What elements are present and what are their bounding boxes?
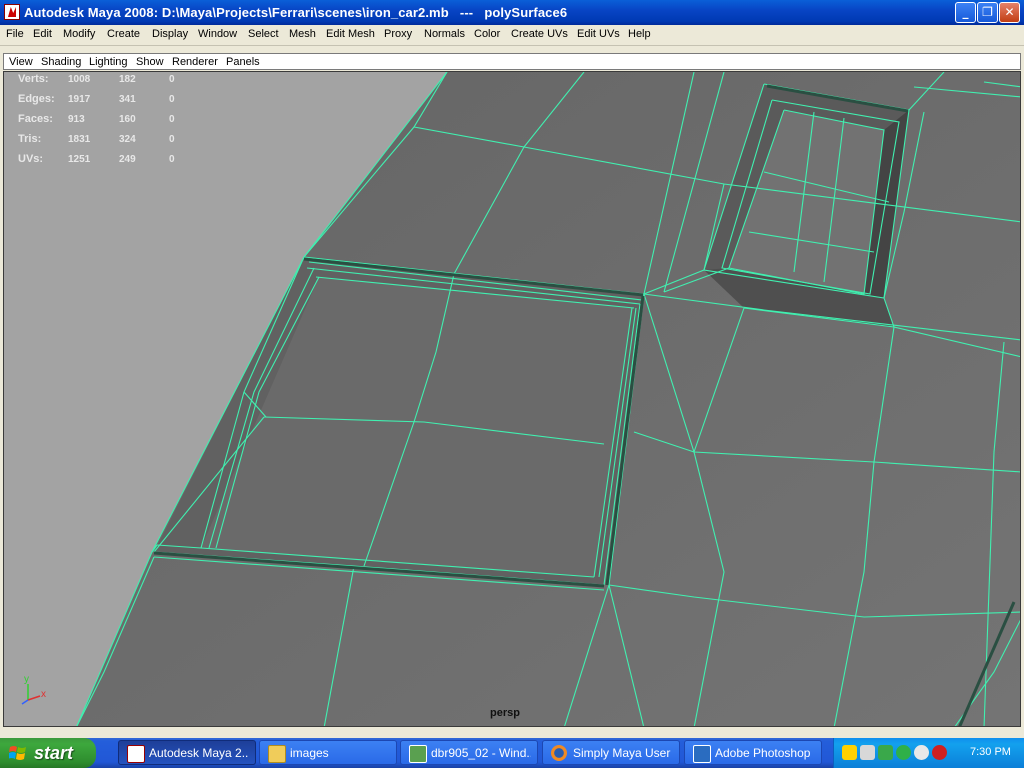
maya-icon <box>127 745 145 763</box>
menu-edit[interactable]: Edit <box>33 28 52 40</box>
axis-gizmo-icon: y x <box>21 674 46 705</box>
start-label: start <box>34 743 74 763</box>
panel-menu-bar: View Shading Lighting Show Renderer Pane… <box>3 53 1021 70</box>
window-title: Autodesk Maya 2008: D:\Maya\Projects\Fer… <box>24 5 568 20</box>
taskbar: start Autodesk Maya 2... images dbr905_0… <box>0 738 1024 768</box>
axis-x-label: x <box>41 689 46 700</box>
task-label: dbr905_02 - Wind... <box>431 746 531 760</box>
minimize-button[interactable]: _ <box>955 2 976 23</box>
title-bar[interactable]: Autodesk Maya 2008: D:\Maya\Projects\Fer… <box>0 0 1024 25</box>
menu-create[interactable]: Create <box>107 28 140 40</box>
photoshop-icon <box>693 745 711 763</box>
menu-help[interactable]: Help <box>628 28 651 40</box>
maya-app-icon[interactable] <box>4 4 20 20</box>
panel-menu-shading[interactable]: Shading <box>41 56 81 68</box>
start-button[interactable]: start <box>0 738 96 768</box>
folder-icon <box>268 745 286 763</box>
axis-y-label: y <box>24 674 29 685</box>
network-icon[interactable] <box>860 745 875 760</box>
hud-tris-total: 1831 <box>68 134 91 145</box>
hud-edges-label: Edges: <box>18 93 55 105</box>
hud-faces-selected: 160 <box>119 114 136 125</box>
menu-proxy[interactable]: Proxy <box>384 28 412 40</box>
menu-mesh[interactable]: Mesh <box>289 28 316 40</box>
firefox-icon <box>551 745 567 761</box>
main-menu-bar: File Edit Modify Create Display Window S… <box>0 25 1024 46</box>
menu-edit-mesh[interactable]: Edit Mesh <box>326 28 375 40</box>
shield-icon[interactable] <box>842 745 857 760</box>
close-button[interactable]: ✕ <box>999 2 1020 23</box>
task-maya[interactable]: Autodesk Maya 2... <box>118 740 256 765</box>
system-tray: 7:30 PM <box>833 738 1024 768</box>
hud-verts-label: Verts: <box>18 73 49 85</box>
menu-display[interactable]: Display <box>152 28 188 40</box>
menu-create-uvs[interactable]: Create UVs <box>511 28 568 40</box>
task-photoshop[interactable]: Adobe Photoshop <box>684 740 822 765</box>
task-images[interactable]: images <box>259 740 397 765</box>
hud-uvs-selected: 249 <box>119 154 136 165</box>
security-alert-icon[interactable] <box>932 745 947 760</box>
hud-edges-tri: 0 <box>169 94 175 105</box>
mesh-scene[interactable] <box>4 72 1021 727</box>
hud-verts-tri: 0 <box>169 74 175 85</box>
menu-window[interactable]: Window <box>198 28 237 40</box>
hud-edges-total: 1917 <box>68 94 91 105</box>
hud-uvs-label: UVs: <box>18 153 44 165</box>
picture-viewer-icon <box>409 745 427 763</box>
task-label: Simply Maya User ... <box>573 746 673 760</box>
messenger-icon[interactable] <box>914 745 929 760</box>
task-label: Adobe Photoshop <box>715 746 811 760</box>
sync-icon[interactable] <box>896 745 911 760</box>
panel-menu-show[interactable]: Show <box>136 56 164 68</box>
task-picture-viewer[interactable]: dbr905_02 - Wind... <box>400 740 538 765</box>
menu-modify[interactable]: Modify <box>63 28 95 40</box>
hud-uvs-total: 1251 <box>68 154 91 165</box>
menu-color[interactable]: Color <box>474 28 500 40</box>
panel-menu-panels[interactable]: Panels <box>226 56 260 68</box>
menu-file[interactable]: File <box>6 28 24 40</box>
hud-tris-label: Tris: <box>18 133 42 145</box>
task-firefox[interactable]: Simply Maya User ... <box>542 740 680 765</box>
menu-select[interactable]: Select <box>248 28 279 40</box>
hud-uvs-tri: 0 <box>169 154 175 165</box>
panel-menu-lighting[interactable]: Lighting <box>89 56 128 68</box>
menu-edit-uvs[interactable]: Edit UVs <box>577 28 620 40</box>
panel-menu-view[interactable]: View <box>9 56 33 68</box>
safely-remove-icon[interactable] <box>878 745 893 760</box>
panel-menu-renderer[interactable]: Renderer <box>172 56 218 68</box>
maximize-button[interactable]: ❐ <box>977 2 998 23</box>
hud-verts-selected: 182 <box>119 74 136 85</box>
hud-faces-tri: 0 <box>169 114 175 125</box>
task-label: images <box>290 746 329 760</box>
hud-tris-selected: 324 <box>119 134 136 145</box>
camera-label: persp <box>490 707 520 719</box>
hud-faces-label: Faces: <box>18 113 53 125</box>
hud-faces-total: 913 <box>68 114 85 125</box>
windows-logo-icon <box>9 746 26 760</box>
hud-verts-total: 1008 <box>68 74 91 85</box>
hud-edges-selected: 341 <box>119 94 136 105</box>
clock[interactable]: 7:30 PM <box>970 746 1011 758</box>
hud-tris-tri: 0 <box>169 134 175 145</box>
menu-normals[interactable]: Normals <box>424 28 465 40</box>
perspective-viewport[interactable]: Verts: 1008 182 0 Edges: 1917 341 0 Face… <box>3 71 1021 727</box>
task-label: Autodesk Maya 2... <box>149 746 249 760</box>
